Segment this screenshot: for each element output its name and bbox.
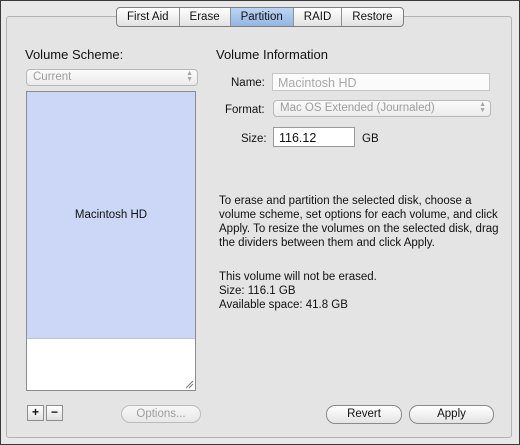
partition-layout: Macintosh HD (26, 91, 196, 391)
format-label: Format: (225, 104, 265, 116)
revert-button[interactable]: Revert (326, 405, 402, 424)
format-popup-value: Mac OS Extended (Journaled) (280, 102, 435, 114)
plus-icon: + (31, 405, 39, 419)
format-popup[interactable]: Mac OS Extended (Journaled) ▲ ▼ (273, 100, 491, 117)
tab-bar: First Aid Erase Partition RAID Restore (116, 7, 404, 27)
instructions-text: To erase and partition the selected disk… (219, 195, 499, 249)
status-size: Size: 116.1 GB (219, 285, 296, 297)
remove-partition-button[interactable]: − (46, 405, 63, 421)
add-partition-button[interactable]: + (27, 405, 44, 421)
tab-partition[interactable]: Partition (230, 8, 294, 26)
name-field[interactable]: Macintosh HD (272, 73, 490, 91)
popup-arrows-icon: ▲ ▼ (186, 70, 193, 83)
apply-button[interactable]: Apply (409, 405, 494, 424)
volume-partition[interactable]: Macintosh HD (27, 92, 195, 339)
size-unit: GB (362, 133, 379, 145)
status-erase: This volume will not be erased. (219, 271, 377, 283)
options-button[interactable]: Options... (121, 405, 201, 423)
name-label: Name: (231, 77, 265, 89)
size-label: Size: (241, 133, 267, 145)
size-field[interactable]: 116.12 (273, 127, 355, 147)
volume-scheme-popup[interactable]: Current ▲ ▼ (26, 69, 198, 86)
popup-arrows-icon: ▲ ▼ (479, 101, 486, 114)
tab-raid[interactable]: RAID (294, 8, 343, 26)
tab-first-aid[interactable]: First Aid (117, 8, 180, 26)
volume-scheme-popup-value: Current (33, 71, 72, 83)
resize-handle-icon[interactable] (184, 379, 194, 389)
volume-information-heading: Volume Information (216, 47, 329, 62)
tab-restore[interactable]: Restore (342, 8, 402, 26)
volume-partition-label: Macintosh HD (74, 209, 148, 221)
tab-erase[interactable]: Erase (180, 8, 231, 26)
minus-icon: − (50, 405, 58, 419)
volume-scheme-heading: Volume Scheme: (25, 47, 124, 62)
status-available: Available space: 41.8 GB (219, 299, 348, 311)
